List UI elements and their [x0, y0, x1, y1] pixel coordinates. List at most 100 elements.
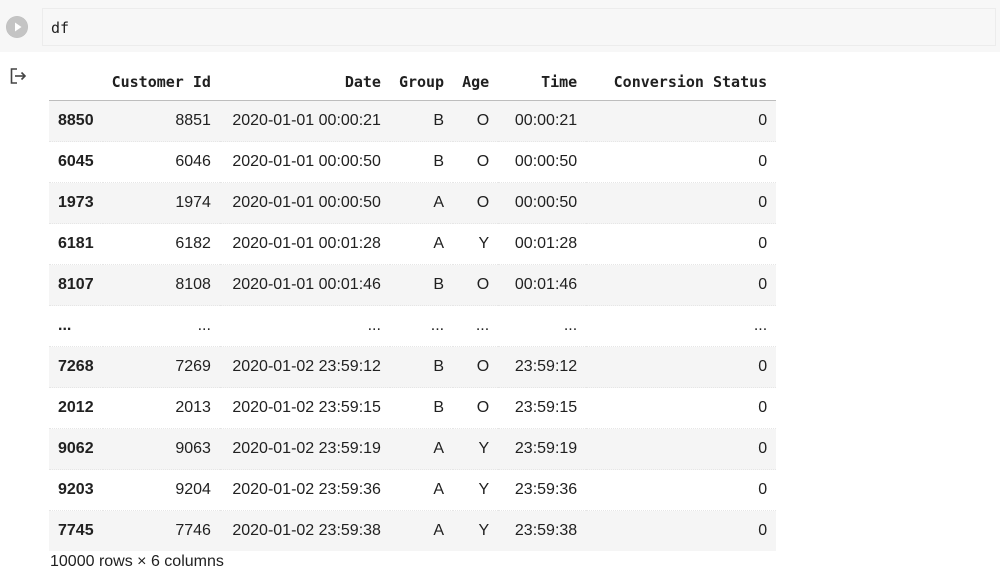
- table-cell: 2020-01-01 00:01:46: [219, 264, 390, 306]
- table-cell: ...: [453, 305, 499, 347]
- table-cell: 0: [586, 428, 777, 470]
- table-cell: 00:00:50: [498, 182, 587, 224]
- table-cell: O: [453, 387, 499, 429]
- table-cell: 7746: [102, 510, 220, 551]
- table-cell: O: [453, 346, 499, 388]
- row-index: 9062: [49, 428, 103, 470]
- row-index: ...: [49, 305, 103, 347]
- table-row: 9062 9063 2020-01-02 23:59:19 A Y 23:59:…: [49, 428, 777, 470]
- table-row: 8850 8851 2020-01-01 00:00:21 B O 00:00:…: [49, 100, 777, 142]
- table-cell: ...: [219, 305, 390, 347]
- table-cell: 8108: [102, 264, 220, 306]
- table-row: 8107 8108 2020-01-01 00:01:46 B O 00:01:…: [49, 264, 777, 306]
- table-cell: 2020-01-01 00:00:21: [219, 100, 390, 142]
- row-index: 6181: [49, 223, 103, 265]
- column-header-date: Date: [219, 63, 390, 101]
- table-cell: A: [389, 469, 454, 511]
- table-cell: 23:59:19: [498, 428, 587, 470]
- table-row: 1973 1974 2020-01-01 00:00:50 A O 00:00:…: [49, 182, 777, 224]
- row-index: 8107: [49, 264, 103, 306]
- table-cell: 0: [586, 223, 777, 265]
- table-cell: 2020-01-02 23:59:38: [219, 510, 390, 551]
- table-cell: 0: [586, 346, 777, 388]
- table-cell: 0: [586, 387, 777, 429]
- table-cell: 9063: [102, 428, 220, 470]
- table-cell: 2020-01-02 23:59:19: [219, 428, 390, 470]
- table-cell: 2020-01-01 00:01:28: [219, 223, 390, 265]
- table-cell: Y: [453, 469, 499, 511]
- column-header-time: Time: [498, 63, 587, 101]
- row-index: 9203: [49, 469, 103, 511]
- table-cell: 2020-01-02 23:59:36: [219, 469, 390, 511]
- table-cell: ...: [102, 305, 220, 347]
- run-cell-button[interactable]: [6, 16, 28, 38]
- header-row: Customer Id Date Group Age Time Conversi…: [49, 63, 777, 101]
- dataframe-table: Customer Id Date Group Age Time Conversi…: [49, 63, 777, 551]
- table-cell: 23:59:12: [498, 346, 587, 388]
- table-cell: A: [389, 182, 454, 224]
- table-cell: O: [453, 100, 499, 142]
- table-cell: A: [389, 510, 454, 551]
- table-cell: 00:00:21: [498, 100, 587, 142]
- table-cell: O: [453, 264, 499, 306]
- play-icon: [6, 16, 28, 38]
- table-cell: 0: [586, 182, 777, 224]
- index-header: [49, 63, 103, 101]
- table-cell: 6182: [102, 223, 220, 265]
- table-cell: ...: [586, 305, 777, 347]
- output-redirect-icon[interactable]: [8, 65, 30, 87]
- table-cell: B: [389, 346, 454, 388]
- column-header-conversion-status: Conversion Status: [586, 63, 777, 101]
- code-editor[interactable]: df: [42, 8, 996, 46]
- table-cell: 23:59:38: [498, 510, 587, 551]
- column-header-age: Age: [453, 63, 499, 101]
- table-row: 2012 2013 2020-01-02 23:59:15 B O 23:59:…: [49, 387, 777, 429]
- table-cell: 00:00:50: [498, 141, 587, 183]
- table-cell: O: [453, 141, 499, 183]
- code-text: df: [51, 19, 70, 37]
- table-cell: 7269: [102, 346, 220, 388]
- table-cell: 2020-01-01 00:00:50: [219, 182, 390, 224]
- table-cell: O: [453, 182, 499, 224]
- table-cell: Y: [453, 510, 499, 551]
- table-row: 9203 9204 2020-01-02 23:59:36 A Y 23:59:…: [49, 469, 777, 511]
- table-cell: 8851: [102, 100, 220, 142]
- table-cell: 6046: [102, 141, 220, 183]
- table-cell: Y: [453, 223, 499, 265]
- table-cell: 23:59:15: [498, 387, 587, 429]
- table-cell: 00:01:28: [498, 223, 587, 265]
- table-cell: B: [389, 141, 454, 183]
- table-row: 6045 6046 2020-01-01 00:00:50 B O 00:00:…: [49, 141, 777, 183]
- table-row: 7268 7269 2020-01-02 23:59:12 B O 23:59:…: [49, 346, 777, 388]
- table-row-ellipsis: ... ... ... ... ... ... ...: [49, 305, 777, 347]
- table-cell: ...: [498, 305, 587, 347]
- table-cell: 9204: [102, 469, 220, 511]
- table-cell: 0: [586, 510, 777, 551]
- table-cell: ...: [389, 305, 454, 347]
- table-row: 6181 6182 2020-01-01 00:01:28 A Y 00:01:…: [49, 223, 777, 265]
- table-cell: B: [389, 264, 454, 306]
- row-index: 2012: [49, 387, 103, 429]
- table-row: 7745 7746 2020-01-02 23:59:38 A Y 23:59:…: [49, 510, 777, 551]
- column-header-group: Group: [389, 63, 454, 101]
- table-cell: A: [389, 223, 454, 265]
- table-cell: 0: [586, 141, 777, 183]
- column-header-customer-id: Customer Id: [102, 63, 220, 101]
- table-cell: 0: [586, 264, 777, 306]
- table-cell: 2013: [102, 387, 220, 429]
- table-cell: B: [389, 387, 454, 429]
- table-cell: A: [389, 428, 454, 470]
- row-index: 8850: [49, 100, 103, 142]
- row-index: 7745: [49, 510, 103, 551]
- table-cell: B: [389, 100, 454, 142]
- table-cell: 2020-01-02 23:59:12: [219, 346, 390, 388]
- row-index: 6045: [49, 141, 103, 183]
- row-index: 1973: [49, 182, 103, 224]
- code-cell: df: [0, 0, 1000, 52]
- table-cell: 23:59:36: [498, 469, 587, 511]
- table-cell: 2020-01-01 00:00:50: [219, 141, 390, 183]
- row-index: 7268: [49, 346, 103, 388]
- dataframe-shape-info: 10000 rows × 6 columns: [50, 553, 224, 570]
- table-cell: 0: [586, 100, 777, 142]
- table-cell: 00:01:46: [498, 264, 587, 306]
